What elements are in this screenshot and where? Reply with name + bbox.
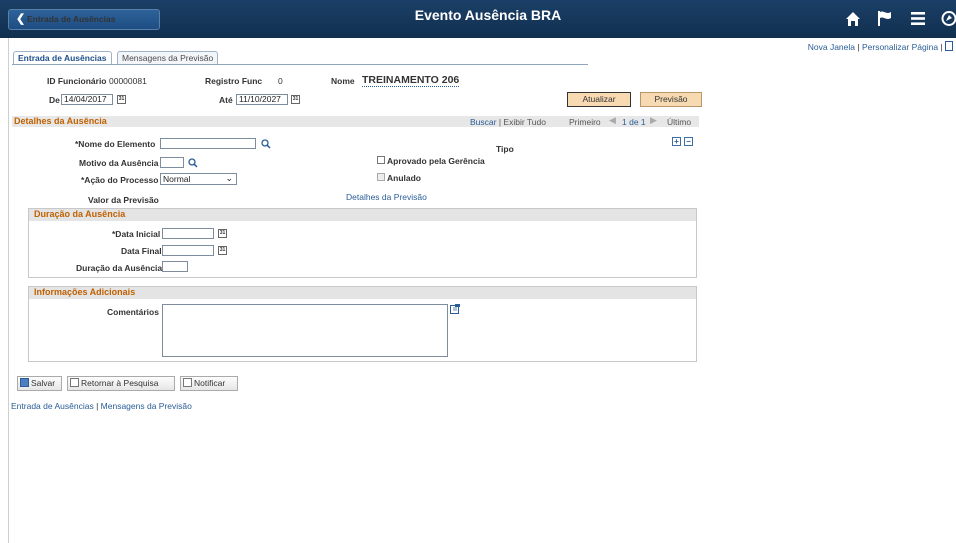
personalize-page-link[interactable]: Personalizar Página — [862, 42, 938, 52]
details-section-title: Detalhes da Ausência — [14, 116, 107, 126]
absence-duration-title: Duração da Ausência — [34, 209, 126, 219]
view-all-link[interactable]: Exibir Tudo — [503, 117, 546, 127]
from-date-input[interactable]: 14/04/2017 — [61, 94, 113, 105]
calendar-icon[interactable]: 31 — [291, 95, 300, 104]
menu-icon[interactable] — [911, 12, 925, 25]
last-label[interactable]: Último — [667, 117, 691, 127]
chevron-down-icon: ⌄ — [225, 173, 233, 183]
row-count: 1 de 1 — [622, 117, 646, 127]
calendar-icon[interactable]: 31 — [218, 229, 227, 238]
forecast-value-label: Valor da Previsão — [88, 195, 159, 205]
employee-id-value: 00000081 — [109, 76, 147, 86]
search-icon[interactable] — [261, 139, 271, 149]
search-icon[interactable] — [188, 158, 198, 168]
start-date-input[interactable] — [162, 228, 214, 239]
type-label: Tipo — [496, 144, 514, 154]
footer-absence-entry-link[interactable]: Entrada de Ausências — [11, 401, 94, 411]
from-date-label: De — [49, 95, 60, 105]
page-title: Evento Ausência BRA — [414, 7, 562, 23]
flag-icon[interactable] — [877, 10, 893, 27]
return-to-search-button[interactable]: Retornar à Pesquisa — [67, 376, 175, 391]
end-date-label: Data Final — [121, 246, 162, 256]
element-name-input[interactable] — [160, 138, 256, 149]
delete-row-icon[interactable]: − — [684, 137, 693, 146]
page-links: Nova Janela | Personalizar Página | — [808, 41, 953, 52]
tab-absence-entry[interactable]: Entrada de Ausências — [13, 51, 112, 65]
forecast-details-link[interactable]: Detalhes da Previsão — [346, 192, 427, 202]
start-date-label: *Data Inicial — [112, 229, 161, 239]
element-name-label: *Nome do Elemento — [75, 139, 156, 149]
approved-label: Aprovado pela Gerência — [387, 156, 485, 166]
to-date-label: Até — [219, 95, 233, 105]
process-action-label: *Ação do Processo — [81, 175, 159, 185]
additional-info-title: Informações Adicionais — [34, 287, 136, 297]
comments-label: Comentários — [107, 307, 159, 317]
tab-forecast-messages[interactable]: Mensagens da Previsão — [117, 51, 219, 65]
tab-divider — [12, 64, 588, 65]
forecast-button[interactable]: Previsão — [640, 92, 702, 107]
absence-reason-label: Motivo da Ausência — [79, 158, 159, 168]
save-button-label: Salvar — [31, 378, 56, 388]
footer-forecast-messages-link[interactable]: Mensagens da Previsão — [101, 401, 192, 411]
absence-duration-header — [29, 209, 696, 221]
page-icon[interactable] — [945, 41, 953, 51]
add-row-icon[interactable]: + — [672, 137, 681, 146]
refresh-button[interactable]: Atualizar — [567, 92, 631, 107]
notify-button-label: Notificar — [194, 378, 226, 388]
page-left-border — [8, 38, 9, 543]
details-nav: Buscar | Exibir Tudo — [470, 117, 546, 127]
save-icon — [20, 378, 29, 387]
return-icon — [70, 378, 79, 387]
calendar-icon[interactable]: 31 — [218, 246, 227, 255]
footer-links: Entrada de Ausências | Mensagens da Prev… — [11, 401, 192, 411]
duration-input[interactable] — [162, 261, 188, 272]
comments-textarea[interactable] — [162, 304, 448, 357]
next-icon[interactable]: ▶ — [650, 115, 657, 126]
process-action-select[interactable]: Normal ⌄ — [160, 173, 237, 185]
find-link[interactable]: Buscar — [470, 117, 496, 127]
notify-icon — [183, 378, 192, 387]
previous-icon[interactable]: ◀ — [609, 115, 616, 126]
to-date-input[interactable]: 11/10/2027 — [236, 94, 288, 105]
navbar-icon[interactable] — [941, 10, 956, 27]
notify-button[interactable]: Notificar — [180, 376, 238, 391]
employee-id-label: ID Funcionário — [47, 76, 107, 86]
approved-checkbox[interactable] — [377, 156, 385, 164]
employee-name-value: TREINAMENTO 206 — [362, 74, 460, 87]
voided-checkbox — [377, 173, 385, 181]
end-date-input[interactable] — [162, 245, 214, 256]
employee-record-value: 0 — [278, 76, 283, 86]
calendar-icon[interactable]: 31 — [117, 95, 126, 104]
duration-label: Duração da Ausência — [76, 263, 163, 273]
first-label[interactable]: Primeiro — [569, 117, 601, 127]
expand-textarea-icon[interactable] — [450, 304, 460, 314]
save-button[interactable]: Salvar — [17, 376, 62, 391]
new-window-link[interactable]: Nova Janela — [808, 42, 855, 52]
process-action-value: Normal — [163, 174, 191, 184]
voided-label: Anulado — [387, 173, 421, 183]
absence-reason-input[interactable] — [160, 157, 184, 168]
employee-record-label: Registro Func — [205, 76, 263, 86]
return-button-label: Retornar à Pesquisa — [81, 378, 159, 388]
name-label: Nome — [331, 76, 355, 86]
home-icon[interactable] — [845, 11, 861, 27]
